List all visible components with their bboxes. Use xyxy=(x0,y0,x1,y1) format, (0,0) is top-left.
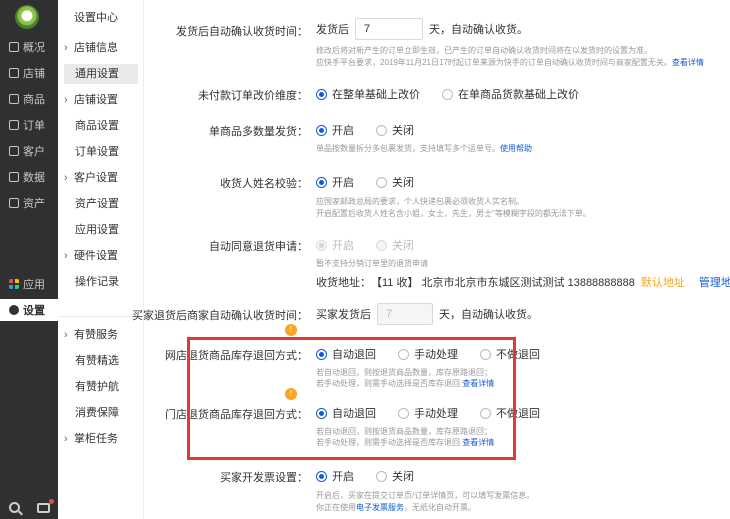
name-check-label: 收货人姓名校验： xyxy=(220,178,308,190)
name-check-hint-2: 开启配置后收货人姓名含小姐，女士，先生，男士"等模糊字段的都无法下单。 xyxy=(316,209,591,218)
return-address-row: 收货地址： 【11 收】 北京市北京市东城区测试测试 13888888888 默… xyxy=(316,274,730,290)
radio-checked-icon xyxy=(316,124,327,136)
multi-qty-on-option[interactable]: 开启 xyxy=(316,122,354,138)
subnav-item-asset[interactable]: 资产设置 xyxy=(64,194,138,214)
auto-confirm-hint-2: 应快手平台要求，2019年11月21日17时起订单来源为快手的订单自动确认收货时… xyxy=(316,58,704,67)
radio-checked-icon xyxy=(316,176,327,188)
radio-checked-icon xyxy=(316,470,327,482)
warning-dot-icon: ! xyxy=(285,324,297,336)
store-icon xyxy=(9,68,19,78)
multi-qty-off-option[interactable]: 关闭 xyxy=(376,122,414,138)
nav-customers[interactable]: 客户 xyxy=(0,140,58,162)
invoice-on-option[interactable]: 开启 xyxy=(316,468,354,484)
invoice-radio-group: 开启 关闭 xyxy=(316,468,436,484)
nav-overview[interactable]: 概况 xyxy=(0,36,58,58)
monitor-icon xyxy=(9,42,19,52)
apps-grid-icon xyxy=(9,279,19,289)
auto-agree-label: 自动同意退货申请： xyxy=(209,241,308,253)
return-address-value: 【11 收】 北京市北京市东城区测试测试 13888888888 xyxy=(371,277,635,289)
manage-address-link[interactable]: 管理地址 xyxy=(699,274,730,290)
nav-store[interactable]: 店铺 xyxy=(0,62,58,84)
auto-confirm-label: 发货后自动确认收货时间： xyxy=(176,26,308,38)
highlight-annotation-box xyxy=(187,337,516,460)
unpaid-price-single-item-option[interactable]: 在单商品货款基础上改价 xyxy=(442,86,579,102)
invoice-hint-1: 开启后，买家在提交订单页/订单详情页，可以填写发票信息。 xyxy=(316,491,535,500)
search-icon[interactable] xyxy=(8,502,20,513)
radio-empty-icon xyxy=(376,124,387,136)
subnav-item-order[interactable]: 订单设置 xyxy=(64,142,138,162)
buyer-return-control: 买家发货后 7 天，自动确认收货。 xyxy=(316,303,538,325)
radio-empty-disabled-icon xyxy=(376,239,387,251)
auto-agree-hint: 暂不支持分销订单里的退货申请 xyxy=(316,259,428,268)
subnav-item-youzan-guard[interactable]: 有赞护航 xyxy=(64,377,138,397)
unpaid-price-radio-group: 在整单基础上改价 在单商品货款基础上改价 xyxy=(316,86,601,102)
subnav-group-youzan-service[interactable]: 有赞服务 xyxy=(64,325,138,345)
subnav-group-store-info[interactable]: 店铺信息 xyxy=(64,38,138,58)
invoice-off-option[interactable]: 关闭 xyxy=(376,468,414,484)
subnav-group-cabinet-tasks[interactable]: 掌柜任务 xyxy=(64,429,138,449)
rail-footer xyxy=(0,496,58,519)
subnav-item-general[interactable]: 通用设置 xyxy=(64,64,138,84)
auto-agree-on-option[interactable]: 开启 xyxy=(316,237,354,253)
auto-confirm-days-input[interactable]: 7 xyxy=(355,18,423,40)
e-invoice-service-link[interactable]: 电子发票服务 xyxy=(356,503,404,512)
multi-qty-radio-group: 开启 关闭 xyxy=(316,122,436,138)
radio-checked-disabled-icon xyxy=(316,239,327,251)
settings-subnav: 设置中心 店铺信息 通用设置 店铺设置 商品设置 订单设置 客户设置 资产设置 … xyxy=(58,0,144,519)
buyer-return-days-input[interactable]: 7 xyxy=(377,303,433,325)
unpaid-price-whole-order-option[interactable]: 在整单基础上改价 xyxy=(316,86,420,102)
multi-qty-help-link[interactable]: 使用帮助 xyxy=(500,144,532,153)
nav-apps[interactable]: 应用 xyxy=(0,273,58,295)
radio-checked-icon xyxy=(316,88,327,100)
multi-qty-label: 单商品多数量发货： xyxy=(209,126,308,138)
auto-confirm-details-link[interactable]: 查看详情 xyxy=(672,58,704,67)
nav-assets[interactable]: 资产 xyxy=(0,192,58,214)
multi-qty-hint: 单品按数量拆分多包裹发货，支持填写多个运单号。使用帮助 xyxy=(316,144,532,153)
radio-empty-icon xyxy=(442,88,453,100)
invoice-hint-2: 你正在使用电子发票服务，无纸化自动开票。 xyxy=(316,503,476,512)
auto-agree-off-option[interactable]: 关闭 xyxy=(376,237,414,253)
invoice-label: 买家开发票设置： xyxy=(220,472,308,484)
subnav-item-app[interactable]: 应用设置 xyxy=(64,220,138,240)
auto-confirm-hint-1: 修改后将对新产生的订单立即生效，已产生的订单自动确认收货时间将在以发货时的设置为… xyxy=(316,46,652,55)
auto-confirm-control: 发货后 7 天，自动确认收货。 xyxy=(316,18,528,40)
buyer-return-label: 买家退货后商家自动确认收货时间： xyxy=(132,310,308,322)
user-icon xyxy=(9,146,19,156)
name-check-radio-group: 开启 关闭 xyxy=(316,174,436,190)
name-check-on-option[interactable]: 开启 xyxy=(316,174,354,190)
name-check-off-option[interactable]: 关闭 xyxy=(376,174,414,190)
coin-icon xyxy=(9,198,19,208)
radio-empty-icon xyxy=(376,470,387,482)
primary-nav: 概况 店铺 商品 订单 客户 数据 资产 应用 设置 xyxy=(0,0,58,519)
name-check-hint-1: 应国家邮政总局的要求，个人快递包裹必须收货人实名制。 xyxy=(316,197,524,206)
message-icon[interactable] xyxy=(36,498,54,513)
default-address-badge: 默认地址 xyxy=(640,277,685,289)
subnav-item-operation-log[interactable]: 操作记录 xyxy=(64,272,138,292)
unpaid-price-label: 未付款订单改价维度： xyxy=(198,90,308,102)
auto-agree-radio-group: 开启 关闭 xyxy=(316,237,436,253)
radio-empty-icon xyxy=(376,176,387,188)
